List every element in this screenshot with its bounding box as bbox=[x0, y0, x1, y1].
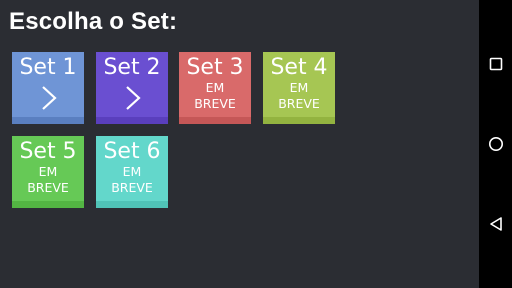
home-circle-icon bbox=[488, 137, 503, 151]
set-6-coming-soon-line1: EM bbox=[122, 164, 142, 179]
set-5-bottom-bar bbox=[12, 201, 84, 208]
set-6-bottom-bar bbox=[96, 201, 168, 208]
set-6-label: Set 6 bbox=[103, 139, 161, 164]
set-2-label: Set 2 bbox=[103, 55, 161, 80]
set-4-button[interactable]: Set 4 EM BREVE bbox=[263, 52, 335, 124]
home-button[interactable] bbox=[479, 129, 512, 159]
set-1-button[interactable]: Set 1 bbox=[12, 52, 84, 124]
set-3-label: Set 3 bbox=[186, 55, 244, 80]
android-navigation-bar bbox=[479, 0, 512, 288]
set-1-bottom-bar bbox=[12, 117, 84, 124]
set-4-coming-soon-line1: EM bbox=[289, 80, 309, 95]
chevron-right-icon bbox=[126, 86, 141, 110]
set-4-coming-soon-line2: BREVE bbox=[278, 96, 320, 111]
set-4-bottom-bar bbox=[263, 117, 335, 124]
back-button[interactable] bbox=[479, 209, 512, 239]
set-5-coming-soon-line2: BREVE bbox=[27, 180, 69, 195]
page-title: Escolha o Set: bbox=[9, 8, 178, 35]
main-content: Escolha o Set: Set 1 Set 2 Set 3 EM BREV… bbox=[0, 0, 479, 288]
recents-square-icon bbox=[489, 57, 502, 71]
set-5-coming-soon-line1: EM bbox=[38, 164, 58, 179]
set-3-coming-soon-line1: EM bbox=[205, 80, 225, 95]
set-3-bottom-bar bbox=[179, 117, 251, 124]
set-1-label: Set 1 bbox=[19, 55, 77, 80]
chevron-right-icon bbox=[42, 86, 57, 110]
set-3-coming-soon-line2: BREVE bbox=[194, 96, 236, 111]
set-6-coming-soon-line2: BREVE bbox=[111, 180, 153, 195]
set-6-button[interactable]: Set 6 EM BREVE bbox=[96, 136, 168, 208]
set-5-label: Set 5 bbox=[19, 139, 77, 164]
set-2-bottom-bar bbox=[96, 117, 168, 124]
set-4-label: Set 4 bbox=[270, 55, 328, 80]
set-2-button[interactable]: Set 2 bbox=[96, 52, 168, 124]
set-5-button[interactable]: Set 5 EM BREVE bbox=[12, 136, 84, 208]
recents-button[interactable] bbox=[479, 49, 512, 79]
back-triangle-icon bbox=[489, 217, 502, 231]
set-3-button[interactable]: Set 3 EM BREVE bbox=[179, 52, 251, 124]
